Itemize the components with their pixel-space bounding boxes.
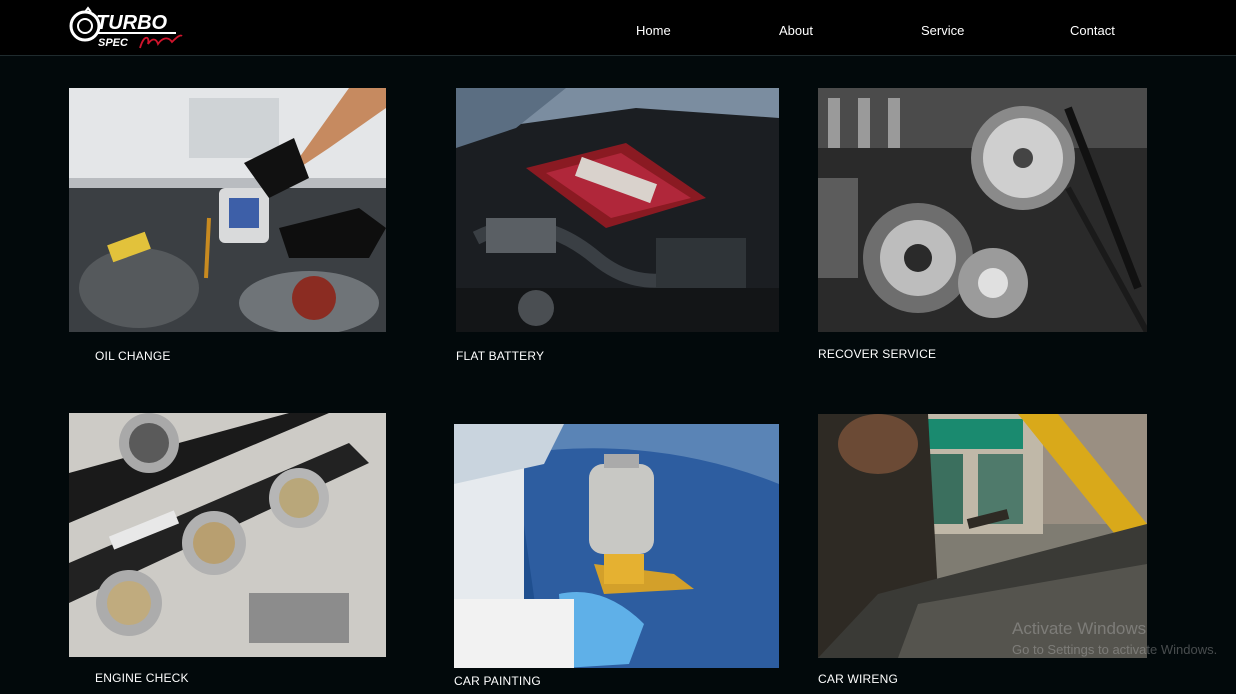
top-navbar: TURBO SPEC Home About Service Contact — [0, 0, 1236, 56]
car-painting-image[interactable] — [454, 424, 779, 668]
svg-text:SPEC: SPEC — [98, 37, 129, 49]
flat-battery-label: FLAT BATTERY — [456, 349, 545, 363]
nav-about-link[interactable]: About — [779, 22, 813, 40]
recover-service-image[interactable] — [818, 88, 1147, 332]
engine-check-label: ENGINE CHECK — [95, 671, 189, 685]
flat-battery-image[interactable] — [456, 88, 779, 332]
nav-service-link[interactable]: Service — [921, 22, 964, 40]
recover-service-label: RECOVER SERVICE — [818, 347, 937, 361]
engine-check-image[interactable] — [69, 413, 386, 657]
car-wiring-label: CAR WIRENG — [818, 672, 898, 686]
turbo-spec-logo[interactable]: TURBO SPEC — [68, 4, 188, 50]
svg-text:TURBO: TURBO — [96, 12, 168, 34]
nav-contact-link[interactable]: Contact — [1070, 22, 1115, 40]
activate-windows-subtitle: Go to Settings to activate Windows. — [1012, 642, 1218, 657]
nav-home-link[interactable]: Home — [636, 22, 671, 40]
oil-change-label: OIL CHANGE — [95, 349, 171, 363]
activate-windows-title: Activate Windows — [1012, 619, 1147, 638]
car-painting-label: CAR PAINTING — [454, 674, 541, 688]
oil-change-image[interactable] — [69, 88, 386, 332]
